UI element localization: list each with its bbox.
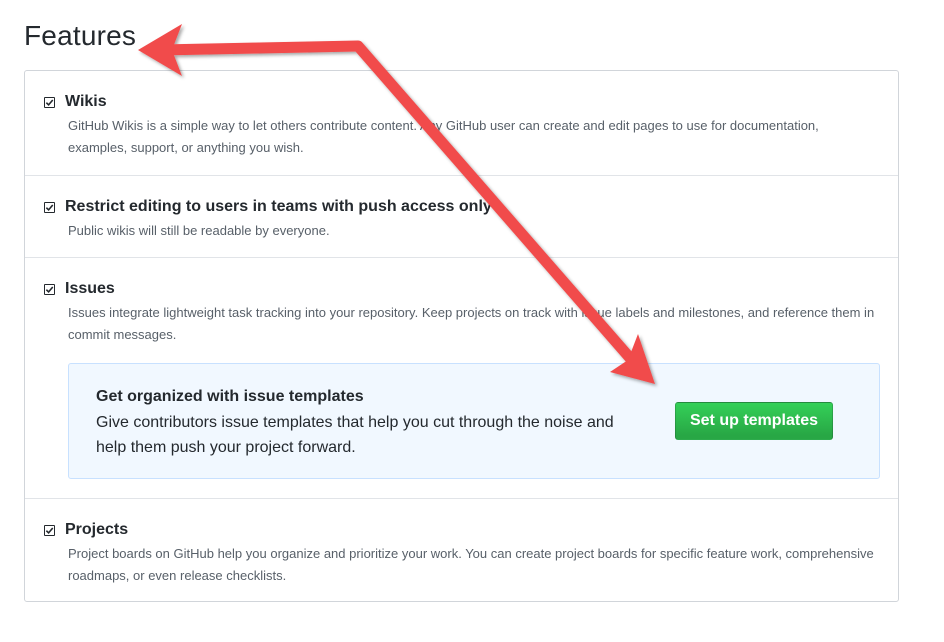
feature-title-projects[interactable]: Projects (65, 521, 128, 539)
checkmark-icon (45, 526, 54, 534)
feature-title-issues[interactable]: Issues (65, 280, 115, 298)
wikis-checkbox[interactable] (44, 96, 55, 108)
feature-head-restrict-editing: Restrict editing to users in teams with … (44, 198, 492, 216)
set-up-templates-button[interactable]: Set up templates (675, 402, 833, 440)
features-panel: Wikis GitHub Wikis is a simple way to le… (24, 70, 899, 602)
feature-row-restrict-editing: Restrict editing to users in teams with … (25, 175, 898, 257)
feature-desc-issues: Issues integrate lightweight task tracki… (68, 305, 875, 342)
feature-title-wikis[interactable]: Wikis (65, 93, 107, 111)
callout-body: Give contributors issue templates that h… (96, 414, 614, 456)
issue-templates-callout: Get organized with issue templates Give … (68, 363, 880, 479)
projects-checkbox[interactable] (44, 524, 55, 536)
restrict-editing-checkbox[interactable] (44, 201, 55, 213)
issues-checkbox[interactable] (44, 283, 55, 295)
feature-head-issues: Issues (44, 280, 115, 298)
feature-row-projects: Projects Project boards on GitHub help y… (25, 498, 898, 603)
feature-desc-projects: Project boards on GitHub help you organi… (68, 546, 874, 583)
callout-title: Get organized with issue templates (96, 388, 364, 405)
checkmark-icon (45, 285, 54, 293)
checkmark-icon (45, 203, 54, 211)
feature-row-wikis: Wikis GitHub Wikis is a simple way to le… (25, 71, 898, 175)
feature-title-restrict-editing[interactable]: Restrict editing to users in teams with … (65, 198, 492, 216)
feature-desc-restrict-editing: Public wikis will still be readable by e… (68, 223, 330, 238)
feature-desc-wikis: GitHub Wikis is a simple way to let othe… (68, 118, 819, 155)
feature-head-wikis: Wikis (44, 93, 107, 111)
page-title: Features (24, 20, 137, 51)
checkmark-icon (45, 98, 54, 106)
page: Features Wikis GitHub Wikis is a simple … (0, 0, 944, 642)
feature-head-projects: Projects (44, 521, 128, 539)
